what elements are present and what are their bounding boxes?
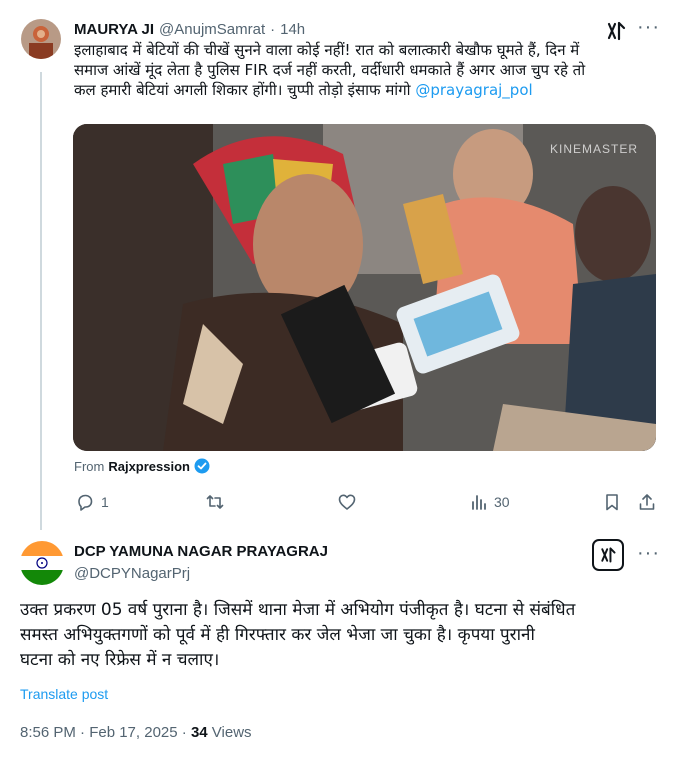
more-icon[interactable]: ···: [637, 16, 660, 39]
author-name[interactable]: DCP YAMUNA NAGAR PRAYAGRAJ: [74, 543, 328, 560]
like-button[interactable]: [337, 492, 363, 512]
separator-dot: ·: [270, 21, 276, 38]
more-icon[interactable]: ···: [637, 542, 660, 565]
bookmark-button[interactable]: [603, 492, 621, 512]
bookmark-icon: [603, 492, 621, 512]
author-handle[interactable]: @DCPYNagarPrj: [74, 565, 190, 582]
verified-icon: [194, 458, 210, 474]
tweet-text-span: कल हमारी बेटियां अगली शिकार होंगी। चुप्प…: [74, 81, 411, 99]
from-label: From: [74, 458, 105, 474]
views-label: Views: [211, 724, 252, 741]
views-count: 34: [190, 724, 208, 741]
share-button[interactable]: [637, 492, 657, 512]
grok-icon: [599, 546, 617, 564]
author-handle[interactable]: @AnujmSamrat: [159, 21, 265, 38]
post-time[interactable]: 14h: [280, 21, 305, 38]
tweet-text-line: उक्त प्रकरण 05 वर्ष पुराना है। जिसमें था…: [20, 600, 576, 620]
author-name[interactable]: MAURYA JI: [74, 21, 154, 38]
tweet-text-line: कल हमारी बेटियां अगली शिकार होंगी। चुप्प…: [74, 80, 654, 100]
grok-icon[interactable]: [605, 20, 627, 42]
reply-icon: [75, 492, 95, 512]
tweet-text-line: इलाहाबाद में बेटियों की चीखें सुनने वाला…: [74, 41, 580, 59]
reply-count: 1: [101, 494, 109, 510]
views-icon: [470, 492, 488, 512]
from-source[interactable]: Rajxpression: [108, 459, 190, 474]
avatar[interactable]: [21, 19, 61, 59]
reply-button[interactable]: 1: [75, 492, 109, 512]
tweet-text: उक्त प्रकरण 05 वर्ष पुराना है। जिसमें था…: [20, 598, 660, 673]
tweet-header: MAURYA JI @AnujmSamrat · 14h: [74, 21, 305, 38]
post-timestamp[interactable]: 8:56 PM · Feb 17, 2025 ·: [20, 724, 187, 741]
tweet-text-line: समाज आंखें मूंद लेता है पुलिस FIR दर्ज न…: [74, 61, 586, 79]
tweet-text-line: समस्त अभियुक्तगणों को पूर्व में ही गिरफ्…: [20, 625, 535, 645]
like-icon: [337, 492, 357, 512]
repost-icon: [205, 492, 225, 512]
media-watermark: KINEMASTER: [549, 142, 638, 156]
share-icon: [637, 492, 657, 512]
tweet-text: इलाहाबाद में बेटियों की चीखें सुनने वाला…: [74, 40, 654, 100]
media-source: From Rajxpression: [74, 458, 210, 474]
repost-button[interactable]: [205, 492, 231, 512]
translate-post-link[interactable]: Translate post: [20, 686, 108, 702]
grok-button[interactable]: [592, 539, 624, 571]
post-meta: 8:56 PM · Feb 17, 2025 · 34 Views: [20, 724, 252, 741]
tweet-text-line: घटना को नए रिफ्रेस में न चलाए।: [20, 650, 220, 670]
thread-line: [40, 72, 42, 530]
mention-link[interactable]: @prayagraj_pol: [415, 81, 532, 99]
views-button[interactable]: 30: [470, 492, 510, 512]
views-count: 30: [494, 494, 510, 510]
media-video[interactable]: KINEMASTER: [73, 124, 656, 451]
avatar[interactable]: [20, 541, 64, 585]
